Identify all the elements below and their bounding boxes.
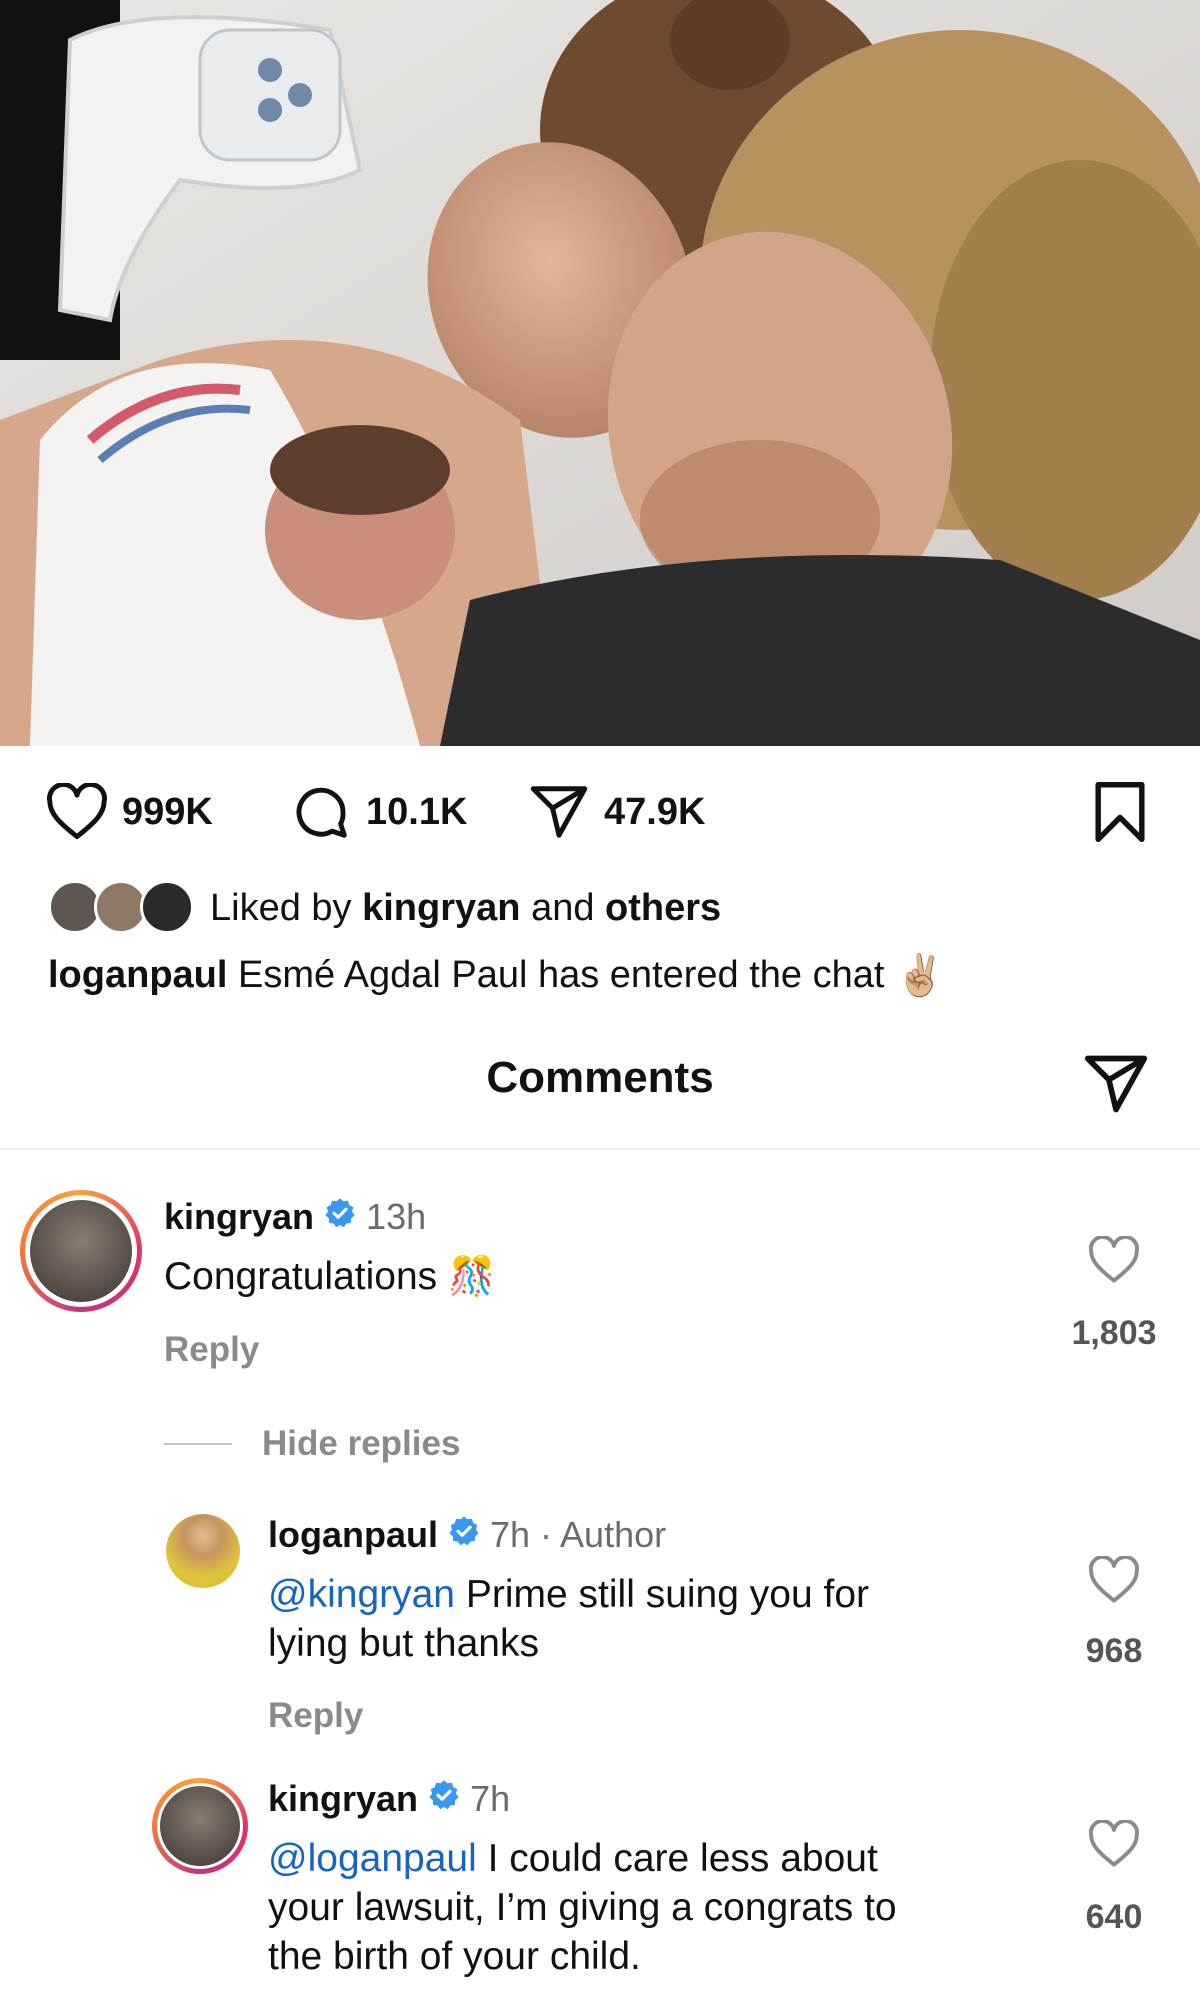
comment-body-line1: I could care less about xyxy=(476,1837,878,1880)
comment-username-row: kingryan 13h xyxy=(164,1196,426,1238)
comments-title: Comments xyxy=(486,1053,714,1102)
comment-time: 7h · Author xyxy=(490,1514,667,1555)
like-action[interactable]: 999K xyxy=(46,772,213,852)
liked-by-others[interactable]: others xyxy=(605,887,721,930)
comment-body-line2: lying but thanks xyxy=(268,1622,540,1665)
heart-icon[interactable] xyxy=(1088,1235,1140,1289)
comment-body-line2: your lawsuit, I’m giving a congrats to xyxy=(268,1886,897,1929)
bookmark-icon[interactable] xyxy=(1090,779,1150,845)
confetti-emoji: 🎊 xyxy=(448,1256,496,1298)
comment-text: @loganpaul I could care less about your … xyxy=(268,1834,897,1981)
comment-body-line3: the birth of your child. xyxy=(268,1935,641,1978)
comment-action[interactable]: 10.1K xyxy=(290,772,467,852)
share-icon[interactable] xyxy=(528,781,590,843)
comment-text: @kingryan Prime still suing you for lyin… xyxy=(268,1570,869,1668)
comment-body: Congratulations xyxy=(164,1255,438,1298)
divider xyxy=(0,1148,1200,1150)
comment-body-line1: Prime still suing you for xyxy=(455,1573,869,1616)
avatar[interactable] xyxy=(152,1778,248,1874)
comment-username[interactable]: kingryan xyxy=(268,1778,418,1820)
comment-username-row: kingryan 7h xyxy=(268,1778,510,1820)
liked-by-prefix: Liked by xyxy=(210,886,352,929)
avatar[interactable] xyxy=(166,1514,240,1588)
heart-icon[interactable] xyxy=(1088,1555,1140,1609)
caption-text: Esmé Agdal Paul has entered the chat xyxy=(238,954,885,996)
comment-time: 13h xyxy=(366,1196,427,1237)
comment-icon[interactable] xyxy=(290,781,352,843)
comment-username[interactable]: loganpaul xyxy=(268,1514,438,1556)
avatar[interactable] xyxy=(20,1190,142,1312)
post-caption: loganpaul Esmé Agdal Paul has entered th… xyxy=(48,952,945,999)
heart-icon[interactable] xyxy=(1088,1819,1140,1873)
caption-username[interactable]: loganpaul xyxy=(48,954,227,997)
reply-button[interactable]: Reply xyxy=(164,1330,259,1370)
share-count[interactable]: 47.9K xyxy=(604,791,705,834)
share-action[interactable]: 47.9K xyxy=(528,772,705,852)
liked-by-user[interactable]: kingryan xyxy=(362,887,520,930)
mention-link[interactable]: @loganpaul xyxy=(268,1837,477,1880)
comment-username-row: loganpaul 7h · Author xyxy=(268,1514,666,1556)
post-photo[interactable] xyxy=(0,0,1200,746)
avatar xyxy=(140,880,194,934)
victory-hand-emoji: ✌🏼 xyxy=(895,954,945,998)
hide-replies-button[interactable]: Hide replies xyxy=(164,1424,460,1464)
share-icon[interactable] xyxy=(1082,1050,1150,1123)
liked-by-and: and xyxy=(531,886,595,929)
comment-text: Congratulations 🎊 xyxy=(164,1252,495,1302)
mention-link[interactable]: @kingryan xyxy=(268,1573,455,1616)
liker-avatars xyxy=(48,880,198,936)
verified-icon xyxy=(428,1778,460,1820)
verified-icon xyxy=(324,1196,356,1238)
comment-like-count: 640 xyxy=(1085,1898,1143,1936)
save-action[interactable] xyxy=(1090,772,1150,852)
liked-by-row[interactable]: Liked by kingryan and others xyxy=(48,880,721,936)
comment-username[interactable]: kingryan xyxy=(164,1196,314,1238)
comment-count[interactable]: 10.1K xyxy=(366,791,467,834)
heart-icon[interactable] xyxy=(46,783,108,841)
comment-like-count: 968 xyxy=(1085,1632,1143,1670)
hide-replies-label[interactable]: Hide replies xyxy=(262,1424,460,1464)
post-actions: 999K 10.1K 47.9K xyxy=(0,772,1200,852)
verified-icon xyxy=(448,1514,480,1556)
comment-like-count: 1,803 xyxy=(1071,1314,1157,1352)
reply-button[interactable]: Reply xyxy=(268,1696,363,1736)
divider xyxy=(164,1443,232,1445)
comment-time: 7h xyxy=(470,1778,511,1819)
like-count[interactable]: 999K xyxy=(122,791,213,834)
